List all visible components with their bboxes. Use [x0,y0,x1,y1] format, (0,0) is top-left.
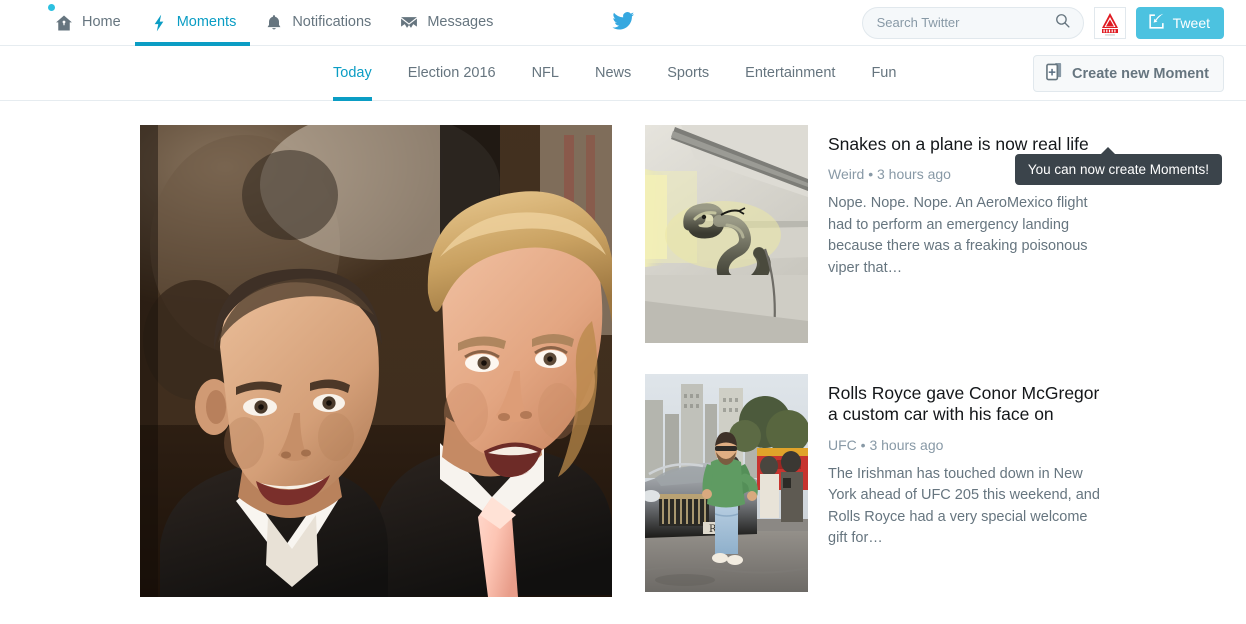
nav-item-home[interactable]: Home [40,0,135,46]
hero-moment-image[interactable] [140,125,612,597]
story-meta: UFC • 3 hours ago [828,437,1105,453]
tab-fun[interactable]: Fun [871,46,896,101]
story-list: Snakes on a plane is now real life Weird… [645,125,1105,597]
nav-item-notifications-label: Notifications [292,14,372,31]
tab-nfl[interactable]: NFL [532,46,559,101]
story-item-rolls-royce-mcgregor[interactable]: R Rolls Royce gave Conor McGregor a cust… [645,374,1105,592]
story-meta-separator: • [868,166,874,183]
nav-item-messages-label: Messages [427,14,494,31]
tab-today[interactable]: Today [333,46,372,101]
new-moment-icon [1046,62,1063,85]
category-navigation-bar: Today Election 2016 NFL News Sports Ente… [0,46,1246,185]
top-navigation-bar: Home Moments Notifications Messages Sear… [0,0,1246,46]
tab-entertainment-label: Entertainment [745,65,836,81]
story-thumbnail[interactable]: R [645,374,808,592]
moments-grid: Snakes on a plane is now real life Weird… [140,125,1246,597]
create-moment-tooltip-text: You can now create Moments! [1027,162,1209,177]
tab-today-label: Today [333,65,372,81]
create-moment-container: Create new Moment [1033,55,1224,92]
create-moment-tooltip: You can now create Moments! [1014,147,1222,185]
story-title: Snakes on a plane is now real life [828,134,1089,154]
bell-icon [264,13,284,33]
search-input[interactable] [876,15,1054,30]
nav-item-moments-label: Moments [176,14,237,31]
tab-nfl-label: NFL [531,65,559,81]
create-new-moment-button[interactable]: Create new Moment [1033,55,1224,92]
story-category: UFC [828,436,857,453]
story-time: 3 hours ago [869,436,944,453]
avatar[interactable] [1093,6,1126,39]
home-notification-dot [48,3,55,11]
tab-sports[interactable]: Sports [667,46,709,101]
nav-item-moments[interactable]: Moments [134,0,251,46]
tab-election-2016[interactable]: Election 2016 [408,46,496,101]
story-description: The Irishman has touched down in New Yor… [828,465,1100,547]
tab-sports-label: Sports [667,65,710,81]
nav-item-home-label: Home [82,14,121,31]
search-icon[interactable] [1054,12,1071,34]
tab-news[interactable]: News [595,46,631,101]
story-time: 3 hours ago [877,166,951,183]
tweet-button[interactable]: Tweet [1135,6,1224,39]
tweet-button-label: Tweet [1172,14,1210,31]
story-meta-separator: • [860,436,866,453]
lightning-bolt-icon [149,13,169,33]
story-category: Weird [828,166,865,183]
story-description: Nope. Nope. Nope. An AeroMexico flight h… [828,195,1088,276]
nav-right-group: Tweet [861,6,1246,39]
story-title: Rolls Royce gave Conor McGregor a custom… [828,383,1100,425]
create-new-moment-label: Create new Moment [1072,65,1209,82]
story-thumbnail[interactable] [645,125,808,343]
quill-compose-icon [1147,12,1166,34]
nav-item-messages[interactable]: Messages [385,0,507,46]
story-text-block: Rolls Royce gave Conor McGregor a custom… [828,374,1105,592]
search-container[interactable] [861,6,1084,39]
primary-nav: Home Moments Notifications Messages [40,0,507,46]
tab-entertainment[interactable]: Entertainment [745,46,835,101]
tab-news-label: News [594,65,632,81]
category-tabs: Today Election 2016 NFL News Sports Ente… [333,46,932,101]
home-icon [54,13,74,33]
twitter-bird-icon[interactable] [611,10,636,37]
tab-fun-label: Fun [871,65,897,81]
envelope-icon [399,13,419,33]
nav-item-notifications[interactable]: Notifications [250,0,385,46]
tab-election-2016-label: Election 2016 [407,65,496,81]
